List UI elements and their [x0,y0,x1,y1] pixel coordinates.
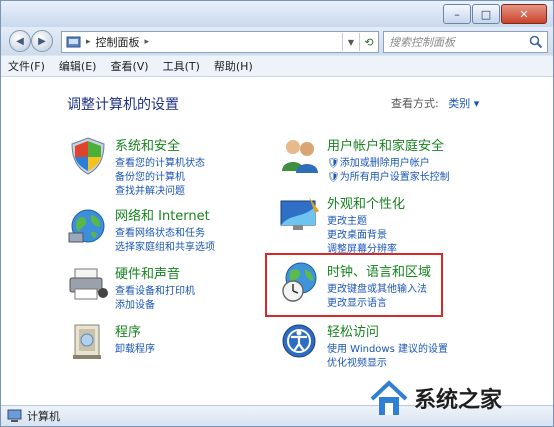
link-add-remove-accounts[interactable]: 🛡添加或删除用户帐户 [327,154,430,169]
breadcrumb-control-panel[interactable]: 控制面板 [96,34,140,50]
watermark-text: 系统之家 [414,388,503,413]
link-parental-controls[interactable]: 🛡为所有用户设置家长控制 [327,168,450,183]
link-view-computer-status[interactable]: 查看您的计算机状态 [115,154,205,169]
link-uninstall-program[interactable]: 卸载程序 [115,340,155,355]
category-title[interactable]: 程序 [115,321,141,340]
link-text: 为所有用户设置家长控制 [339,172,450,183]
computer-icon [7,409,22,422]
search-placeholder: 搜索控制面板 [389,36,455,49]
shield-flag-icon[interactable] [67,135,109,177]
link-troubleshoot[interactable]: 查找并解决问题 [115,182,185,197]
status-label: 计算机 [27,410,60,423]
category-title[interactable]: 系统和安全 [115,135,180,154]
breadcrumb-separator[interactable]: ▸ [145,37,150,47]
menu-bar: 文件(F) 编辑(E) 查看(V) 工具(T) 帮助(H) [1,56,553,77]
menu-help[interactable]: 帮助(H) [207,58,260,74]
link-backup-computer[interactable]: 备份您的计算机 [115,168,185,183]
close-button[interactable]: ✕ [501,4,547,24]
link-recommended-settings[interactable]: 使用 Windows 建议的设置 [327,340,448,355]
back-button[interactable]: ◀ [9,30,31,52]
address-dropdown-button[interactable]: ▼ [342,33,359,51]
link-optimize-visual-display[interactable]: 优化视频显示 [327,354,387,369]
appearance-monitor-icon[interactable] [279,193,321,235]
main-content: 调整计算机的设置 查看方式: 类别 ▾ 系统和安全 查看您的计算机状态 备份您的… [1,77,553,406]
search-input[interactable]: 搜索控制面板 [383,31,548,53]
uac-shield-icon: 🛡 [327,172,340,183]
caption-buttons: – □ ✕ [442,4,547,24]
category-title[interactable]: 硬件和声音 [115,263,180,282]
category-title[interactable]: 用户帐户和家庭安全 [327,135,444,154]
address-bar[interactable]: ▸ 控制面板 ▸ ▼ ⟲ [61,31,379,53]
link-change-theme[interactable]: 更改主题 [327,212,367,227]
link-add-device[interactable]: 添加设备 [115,296,155,311]
network-globe-icon[interactable] [67,205,109,247]
category-title[interactable]: 轻松访问 [327,321,379,340]
control-panel-window: – □ ✕ ◀ ▶ ▸ 控制面板 ▸ ▼ ⟲ 搜索控制面板 文件(F) 编辑(E… [0,0,554,427]
view-by-label: 查看方式: [391,97,439,110]
printer-icon[interactable] [67,263,109,305]
address-row: ◀ ▶ ▸ 控制面板 ▸ ▼ ⟲ 搜索控制面板 [1,27,553,55]
menu-file[interactable]: 文件(F) [1,58,52,74]
minimize-button[interactable]: – [443,4,471,24]
menu-view[interactable]: 查看(V) [103,58,155,74]
title-bar[interactable]: – □ ✕ [1,1,553,29]
control-panel-icon [66,36,81,48]
menu-tools[interactable]: 工具(T) [156,58,207,74]
watermark-house-icon [370,380,408,415]
view-by-dropdown[interactable]: 类别 ▾ [448,97,479,110]
programs-icon[interactable] [67,321,109,363]
view-by: 查看方式: 类别 ▾ [391,95,479,111]
forward-button[interactable]: ▶ [31,30,53,52]
link-homegroup-sharing[interactable]: 选择家庭组和共享选项 [115,238,215,253]
watermark-logo: 系统之家 [368,375,548,421]
category-title[interactable]: 网络和 Internet [115,205,210,224]
view-by-value: 类别 [448,97,471,110]
highlight-box [265,253,443,317]
users-icon[interactable] [279,135,321,177]
breadcrumb-separator: ▸ [86,37,91,47]
refresh-button[interactable]: ⟲ [359,33,378,51]
link-devices-printers[interactable]: 查看设备和打印机 [115,282,195,297]
link-view-network-status[interactable]: 查看网络状态和任务 [115,224,205,239]
search-icon[interactable] [529,35,543,49]
page-title: 调整计算机的设置 [67,97,179,113]
maximize-button[interactable]: □ [472,4,500,24]
link-desktop-background[interactable]: 更改桌面背景 [327,226,387,241]
ease-of-access-icon[interactable] [279,321,321,363]
menu-edit[interactable]: 编辑(E) [52,58,104,74]
category-title[interactable]: 外观和个性化 [327,193,405,212]
